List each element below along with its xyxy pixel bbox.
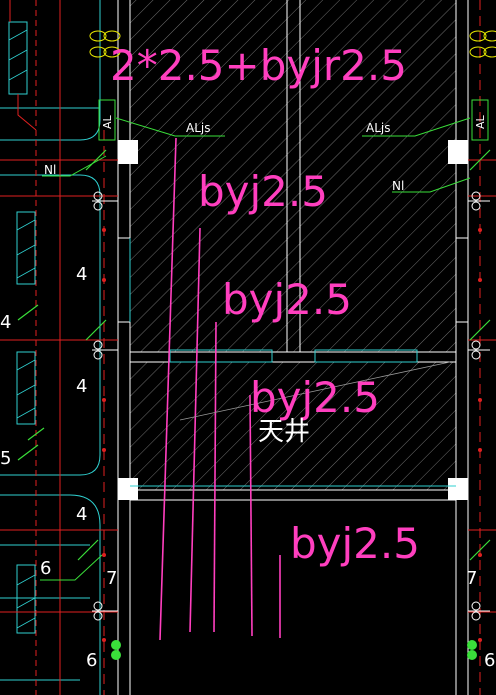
cad-drawing: 2*2.5+byjr2.5 byj2.5 byj2.5 byj2.5 byj2.… (0, 0, 496, 695)
neutral-label-left: Nl (44, 163, 56, 177)
circuit-number-4c: 4 (76, 376, 87, 397)
circuit-number-4b: 4 (0, 312, 11, 333)
cable-label-byj-2: byj2.5 (222, 275, 352, 324)
cable-label-byj-3: byj2.5 (250, 373, 380, 422)
circuit-number-7b: 7 (466, 568, 477, 589)
circuit-number-7a: 7 (106, 568, 117, 589)
circuit-number-5: 5 (0, 448, 11, 469)
panel-label-right: ALjs (366, 121, 390, 135)
cable-label-byj-1: byj2.5 (198, 167, 328, 216)
equipment-hatch (8, 29, 36, 629)
shaft-label: 天井 (258, 417, 310, 447)
cable-label-byj-4: byj2.5 (290, 519, 420, 568)
neutral-label-right: Nl (392, 179, 404, 193)
circuit-number-4d: 4 (76, 504, 87, 525)
circuit-number-6a: 6 (40, 558, 51, 579)
circuit-number-6b: 6 (86, 650, 97, 671)
circuit-number-6c: 6 (484, 650, 495, 671)
light-fixtures (111, 640, 477, 660)
circuit-number-4a: 4 (76, 264, 87, 285)
al-label-right: AL (474, 114, 487, 129)
panel-label-left: ALjs (186, 121, 210, 135)
al-label-left: AL (101, 114, 114, 129)
cable-spec-top: 2*2.5+byjr2.5 (110, 41, 407, 90)
